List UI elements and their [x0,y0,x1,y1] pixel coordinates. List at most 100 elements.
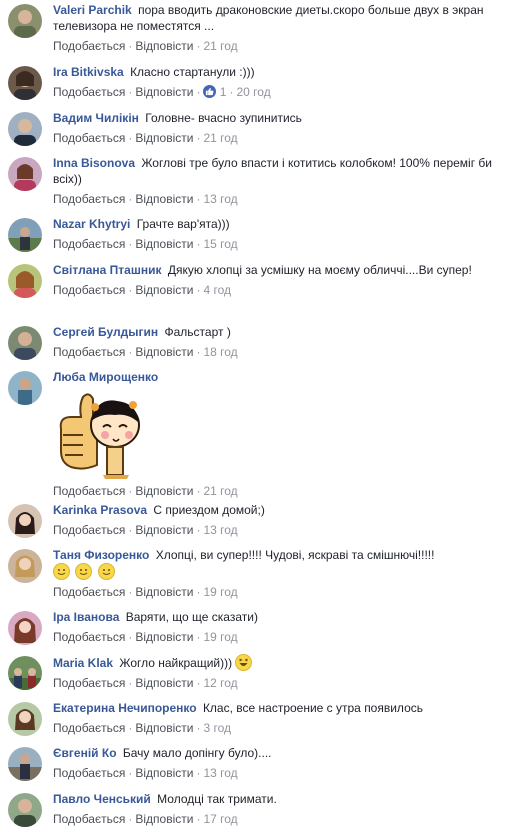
reply-link[interactable]: Відповісти [135,721,193,735]
author-name[interactable]: Люба Мирощенко [53,370,158,384]
like-link[interactable]: Подобається [53,237,125,251]
like-link[interactable]: Подобається [53,585,125,599]
smile-emoji-icon [53,563,70,580]
timestamp[interactable]: 12 год [203,676,237,690]
comment-body: Світлана Пташник Дякую хлопці за усмішку… [53,262,495,298]
comment-body: Екатерина Нечипоренко Клас, все настроен… [53,700,495,736]
comment-body: Павло Ченський Молодці так тримати. Подо… [53,791,495,827]
reply-link[interactable]: Відповісти [135,630,193,644]
comment-actions: Подобається · Відповісти · 4 год [53,283,231,297]
timestamp[interactable]: 19 год [203,585,237,599]
avatar[interactable] [8,218,42,252]
like-link[interactable]: Подобається [53,85,125,99]
timestamp[interactable]: 17 год [203,812,237,826]
avatar[interactable] [8,157,42,191]
timestamp[interactable]: 13 год [203,766,237,780]
comment-body: Вадим Чилікін Головне- вчасно зупинитись… [53,110,495,146]
author-name[interactable]: Євгеній Ко [53,746,117,760]
avatar[interactable] [8,747,42,781]
avatar[interactable] [8,112,42,146]
avatar[interactable] [8,793,42,827]
comment-body: Ira Bitkivska Класно стартанули :))) Под… [53,64,495,100]
laughing-emoji-icon [235,654,253,671]
like-link[interactable]: Подобається [53,39,125,53]
reply-link[interactable]: Відповісти [135,484,193,498]
author-name[interactable]: Maria Klak [53,656,113,670]
comment-body: Valeri Parchik пора вводить драконовские… [53,2,495,54]
reply-link[interactable]: Відповісти [135,283,193,297]
author-name[interactable]: Nazar Khytryi [53,217,130,231]
reply-link[interactable]: Відповісти [135,192,193,206]
like-link[interactable]: Подобається [53,676,125,690]
like-link[interactable]: Подобається [53,484,125,498]
timestamp[interactable]: 21 год [203,131,237,145]
comment-actions: Подобається · Відповісти · 17 год [53,812,238,826]
reply-link[interactable]: Відповісти [135,812,193,826]
avatar[interactable] [8,702,42,736]
comment-text: Ira Bitkivska Класно стартанули :))) [53,64,495,80]
comment-text: Inna Bisonova Жоглові тре було впасти і … [53,155,495,187]
reply-link[interactable]: Відповісти [135,237,193,251]
avatar[interactable] [8,371,42,405]
reply-link[interactable]: Відповісти [135,85,193,99]
timestamp[interactable]: 4 год [203,283,231,297]
like-link[interactable]: Подобається [53,283,125,297]
reply-link[interactable]: Відповісти [135,523,193,537]
like-reaction-icon[interactable] [203,85,217,98]
like-link[interactable]: Подобається [53,345,125,359]
avatar[interactable] [8,326,42,360]
author-name[interactable]: Valeri Parchik [53,3,132,17]
like-link[interactable]: Подобається [53,630,125,644]
avatar[interactable] [8,264,42,298]
avatar[interactable] [8,549,42,583]
author-name[interactable]: Світлана Пташник [53,263,161,277]
avatar[interactable] [8,656,42,690]
author-name[interactable]: Inna Bisonova [53,156,135,170]
timestamp[interactable]: 13 год [203,192,237,206]
comment-message: Головне- вчасно зупинитись [145,111,302,125]
timestamp[interactable]: 19 год [203,630,237,644]
reply-link[interactable]: Відповісти [135,585,193,599]
like-link[interactable]: Подобається [53,721,125,735]
timestamp[interactable]: 20 год [236,85,270,99]
author-name[interactable]: Таня Физоренко [53,548,149,562]
like-link[interactable]: Подобається [53,766,125,780]
timestamp[interactable]: 13 год [203,523,237,537]
comment-body: Сергей Булдыгин Фальстарт ) Подобається ·… [53,324,495,360]
timestamp[interactable]: 3 год [203,721,231,735]
comment-actions: Подобається · Відповісти · 18 год [53,345,238,359]
reply-link[interactable]: Відповісти [135,345,193,359]
author-name[interactable]: Сергей Булдыгин [53,325,158,339]
timestamp[interactable]: 21 год [203,484,237,498]
comment-actions: Подобається · Відповісти · 1 · 20 год [53,85,271,99]
author-name[interactable]: Вадим Чилікін [53,111,139,125]
thumbs-up-sticker[interactable] [53,387,145,479]
reply-link[interactable]: Відповісти [135,676,193,690]
author-name[interactable]: Іра Іванова [53,610,119,624]
avatar[interactable] [8,4,42,38]
comment-text: Karinka Prasova С приездом домой;) [53,502,495,518]
comment-message: Клас, все настроение с утра появилось [202,701,423,715]
author-name[interactable]: Karinka Prasova [53,503,147,517]
reply-link[interactable]: Відповісти [135,766,193,780]
reaction-count[interactable]: 1 [220,85,227,99]
like-link[interactable]: Подобається [53,812,125,826]
reply-link[interactable]: Відповісти [135,131,193,145]
comment-message: Варяти, що ще сказати) [125,610,258,624]
reply-link[interactable]: Відповісти [135,39,193,53]
comment-text: Євгеній Ко Бачу мало допінгу було).... [53,745,495,761]
avatar[interactable] [8,611,42,645]
like-link[interactable]: Подобається [53,523,125,537]
timestamp[interactable]: 18 год [203,345,237,359]
author-name[interactable]: Екатерина Нечипоренко [53,701,197,715]
like-link[interactable]: Подобається [53,192,125,206]
author-name[interactable]: Павло Ченський [53,792,151,806]
timestamp[interactable]: 15 год [203,237,237,251]
comment-text: Таня Физоренко Хлопці, ви супер!!!! Чудо… [53,547,495,580]
comment-actions: Подобається · Відповісти · 3 год [53,721,231,735]
author-name[interactable]: Ira Bitkivska [53,65,124,79]
avatar[interactable] [8,504,42,538]
avatar[interactable] [8,66,42,100]
like-link[interactable]: Подобається [53,131,125,145]
timestamp[interactable]: 21 год [203,39,237,53]
